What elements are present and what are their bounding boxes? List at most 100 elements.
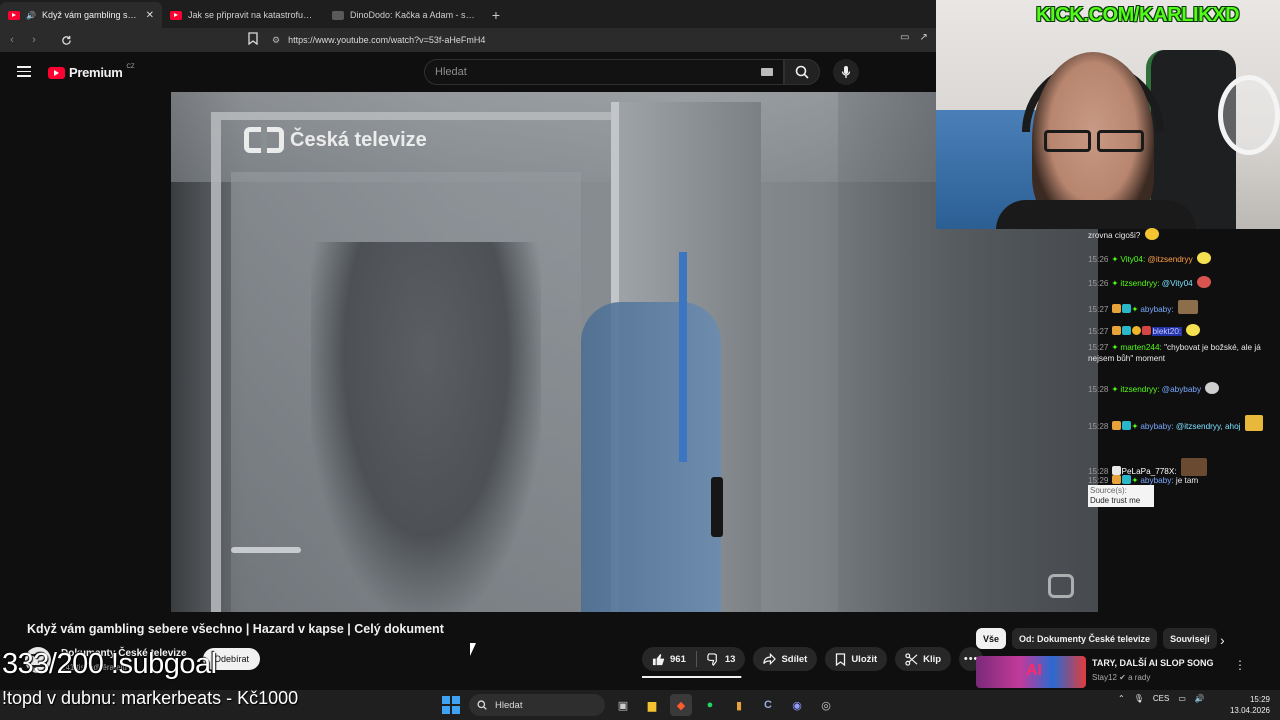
spotify-icon[interactable]: ● xyxy=(699,694,721,716)
bookmark-save-icon xyxy=(836,652,846,666)
share-page-icon[interactable]: ↗ xyxy=(919,32,927,43)
scissors-icon xyxy=(905,652,918,666)
recommended-channel-name: Stay12 xyxy=(1092,673,1117,682)
ceska-televize-watermark: Česká televize xyxy=(244,127,427,153)
like-ratio-bar xyxy=(642,676,742,678)
url-field[interactable]: ⚙ https://www.youtube.com/watch?v=53f-aH… xyxy=(272,31,902,49)
browser-tab-1[interactable]: 🔊 Když vám gambling sebere v ✕ xyxy=(0,2,162,28)
reload-icon[interactable] xyxy=(56,30,76,50)
sub-badge-icon xyxy=(1121,304,1131,313)
chat-username[interactable]: marten244: xyxy=(1120,343,1161,352)
discord-icon[interactable]: ◉ xyxy=(786,694,808,716)
brave-browser-icon[interactable]: ◆ xyxy=(670,694,692,716)
share-label: Sdílet xyxy=(781,653,808,665)
keyboard-icon[interactable] xyxy=(761,68,773,76)
search-icon xyxy=(795,65,809,79)
browser-tab-3[interactable]: DinoDodo: Kačka a Adam - sourozen xyxy=(324,2,486,28)
webcam-glasses xyxy=(1044,130,1144,152)
chat-username[interactable]: Vity04: xyxy=(1120,255,1145,264)
subgoal-overlay: 333/200 !subgoal xyxy=(2,648,217,680)
search-input[interactable]: Hledat xyxy=(424,59,784,85)
recommendation-chips: Vše Od: Dokumenty České televize Souvise… xyxy=(976,628,1217,649)
network-icon[interactable]: ▭ xyxy=(1178,694,1186,703)
top-donation-ticker: !topd v dubnu: markerbeats - Kč1000 xyxy=(2,688,299,708)
recommended-thumbnail[interactable]: AI xyxy=(976,656,1086,688)
language-indicator[interactable]: CES xyxy=(1153,694,1169,703)
taskbar-search[interactable]: Hledat xyxy=(469,694,605,716)
source-text: Dude trust me xyxy=(1090,496,1141,505)
app-icon[interactable]: C xyxy=(757,694,779,716)
menu-icon[interactable] xyxy=(17,66,31,77)
share-icon xyxy=(763,653,777,665)
youtube-logo[interactable]: Premium CZ xyxy=(48,63,135,80)
webcam-hoodie xyxy=(996,200,1196,229)
microphone-tray-icon[interactable]: 🎙 xyxy=(1134,694,1144,703)
dislike-count: 13 xyxy=(724,653,736,665)
chip-related[interactable]: Souvisejí xyxy=(1163,628,1217,649)
recommended-title[interactable]: TARY, DALŠÍ AI SLOP SONG xyxy=(1092,658,1214,668)
recommended-channel: Stay12 ✔ a rady xyxy=(1092,673,1150,682)
chips-next-arrow-icon[interactable]: › xyxy=(1220,632,1225,648)
chat-text: @itzsendryy xyxy=(1147,255,1193,264)
like-dislike-group: 961 13 xyxy=(642,647,746,671)
chat-username[interactable]: itzsendryy: xyxy=(1120,385,1159,394)
coin-badge-icon xyxy=(1131,326,1141,335)
steam-icon[interactable]: ◎ xyxy=(815,694,837,716)
emote-icon xyxy=(1177,300,1198,314)
recommended-video[interactable]: AI TARY, DALŠÍ AI SLOP SONG Stay12 ✔ a r… xyxy=(976,656,1266,688)
task-view-icon[interactable]: ▣ xyxy=(612,694,634,716)
youtube-favicon-icon xyxy=(170,10,182,20)
back-arrow-icon[interactable]: ‹ xyxy=(2,30,22,50)
emote-icon xyxy=(1205,382,1220,394)
new-tab-button[interactable]: + xyxy=(486,2,506,28)
share-button[interactable]: Sdílet xyxy=(753,647,818,671)
chip-all[interactable]: Vše xyxy=(976,628,1007,649)
youtube-play-icon xyxy=(48,66,65,79)
verified-icon: ✔ xyxy=(1119,673,1126,682)
tab-title: Když vám gambling sebere v xyxy=(41,10,140,20)
chip-from-channel[interactable]: Od: Dokumenty České televize xyxy=(1012,628,1158,649)
chat-message: 15:26 ✦ itzsendryy: @Vity04 xyxy=(1088,276,1274,289)
chat-timestamp: 15:28 xyxy=(1088,422,1109,431)
logo-region: CZ xyxy=(126,63,135,70)
kick-badge-icon: ✦ xyxy=(1111,343,1119,352)
clip-button[interactable]: Klip xyxy=(895,647,952,671)
source-meme-overlay: Source(s): Dude trust me xyxy=(1088,485,1154,507)
search-button[interactable] xyxy=(784,59,820,85)
tray-chevron-icon[interactable]: ⌃ xyxy=(1118,694,1125,703)
chat-username[interactable]: abybaby: xyxy=(1140,476,1173,485)
like-button[interactable]: 961 xyxy=(642,647,696,671)
video-frame-person xyxy=(311,242,541,612)
sub-badge-icon xyxy=(1121,475,1131,484)
speaker-icon[interactable]: 🔊 xyxy=(26,11,36,20)
cast-icon[interactable]: ▭ xyxy=(900,32,909,43)
chat-username[interactable]: abybaby: xyxy=(1140,305,1173,314)
windows-start-icon[interactable] xyxy=(440,694,462,716)
taskbar-clock[interactable]: 15:29 13.04.2026 xyxy=(1226,694,1270,716)
app-icon[interactable]: ▮ xyxy=(728,694,750,716)
voice-search-button[interactable] xyxy=(833,59,859,85)
clock-date: 13.04.2026 xyxy=(1229,706,1270,715)
file-explorer-icon[interactable]: ▆ xyxy=(641,694,663,716)
forward-arrow-icon[interactable]: › xyxy=(24,30,44,50)
volume-icon[interactable]: 🔊 xyxy=(1195,694,1205,703)
save-button[interactable]: Uložit xyxy=(825,647,888,671)
kick-badge-icon: ✦ xyxy=(1111,385,1119,394)
chat-username[interactable]: abybaby: xyxy=(1140,422,1173,431)
video-frame-person-blue xyxy=(581,302,721,612)
webcam-overlay xyxy=(936,0,1280,229)
video-actions: 961 13 Sdílet Uložit Klip ••• xyxy=(642,647,984,671)
kick-badge-icon: ✦ xyxy=(1131,476,1139,485)
site-settings-icon[interactable]: ⚙ xyxy=(272,35,280,46)
browser-tab-2[interactable]: Jak se připravit na katastrofu? | What xyxy=(162,2,324,28)
ct-corner-logo-icon xyxy=(1048,574,1074,598)
chat-username[interactable]: itzsendryy: xyxy=(1120,279,1159,288)
tab-close-icon[interactable]: ✕ xyxy=(146,10,154,21)
bookmark-icon[interactable] xyxy=(248,32,262,48)
dislike-button[interactable]: 13 xyxy=(697,647,746,671)
chat-username[interactable]: blekt20: xyxy=(1151,327,1183,336)
chat-text: zrovna cigoši? xyxy=(1088,231,1141,240)
thumbs-up-icon xyxy=(652,653,665,665)
recommended-menu-icon[interactable]: ⋮ xyxy=(1234,658,1246,672)
microphone-icon xyxy=(841,66,851,78)
